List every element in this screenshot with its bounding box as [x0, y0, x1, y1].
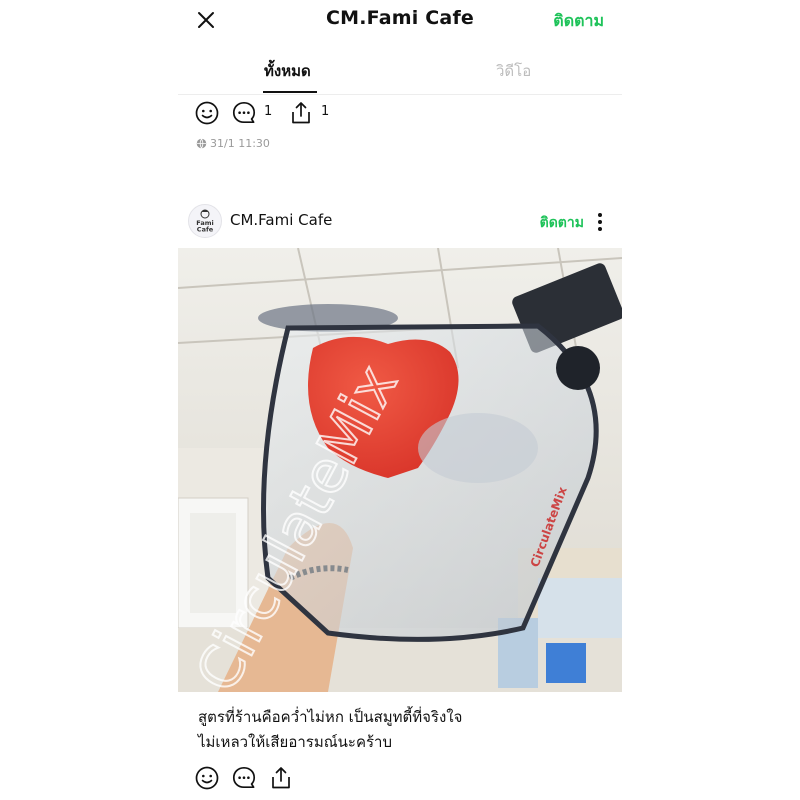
post-author[interactable]: CM.Fami Cafe: [230, 211, 332, 229]
tab-bar: ทั้งหมด วิดีโอ: [178, 52, 622, 95]
caption-line-2: ไม่เหลวให้เสียอารมณ์นะคร้าบ: [198, 733, 392, 751]
smiley-icon[interactable]: [194, 765, 220, 791]
feed-column: CM.Fami Cafe ติดตาม ทั้งหมด วิดีโอ 1 1 3…: [178, 0, 622, 800]
tab-video[interactable]: วิดีโอ: [496, 59, 531, 83]
share-count: 1: [321, 104, 330, 119]
post-actions: [194, 765, 334, 793]
post-image[interactable]: CirculateMix CirculateMix: [178, 248, 622, 692]
more-vertical-icon[interactable]: [590, 210, 610, 234]
avatar-text-2: Cafe: [197, 226, 214, 234]
follow-post-button[interactable]: ติดตาม: [540, 212, 584, 234]
post-meta: 31/1 11:30: [196, 137, 270, 150]
blender-photo: CirculateMix CirculateMix: [178, 248, 622, 692]
prev-post-actions: 1 1: [194, 100, 394, 128]
comment-icon[interactable]: [231, 100, 257, 126]
cafe-logo: Fami Cafe: [196, 209, 214, 234]
active-tab-indicator: [263, 91, 317, 93]
globe-icon: [196, 138, 207, 149]
top-bar: CM.Fami Cafe ติดตาม: [178, 0, 622, 40]
avatar[interactable]: Fami Cafe: [188, 204, 222, 238]
comment-count: 1: [264, 104, 273, 119]
comment-icon[interactable]: [231, 765, 257, 791]
share-icon[interactable]: [268, 765, 294, 791]
caption-line-1: สูตรที่ร้านคือคว่ำไม่หก เป็นสมูทตี้ที่จร…: [198, 708, 463, 726]
tab-all[interactable]: ทั้งหมด: [264, 59, 311, 83]
smiley-icon[interactable]: [194, 100, 220, 126]
share-icon[interactable]: [288, 100, 314, 126]
post-caption: สูตรที่ร้านคือคว่ำไม่หก เป็นสมูทตี้ที่จร…: [198, 705, 608, 755]
follow-button[interactable]: ติดตาม: [553, 9, 604, 34]
post-timestamp: 31/1 11:30: [210, 137, 270, 150]
post-header: Fami Cafe CM.Fami Cafe ติดตาม: [178, 202, 622, 242]
